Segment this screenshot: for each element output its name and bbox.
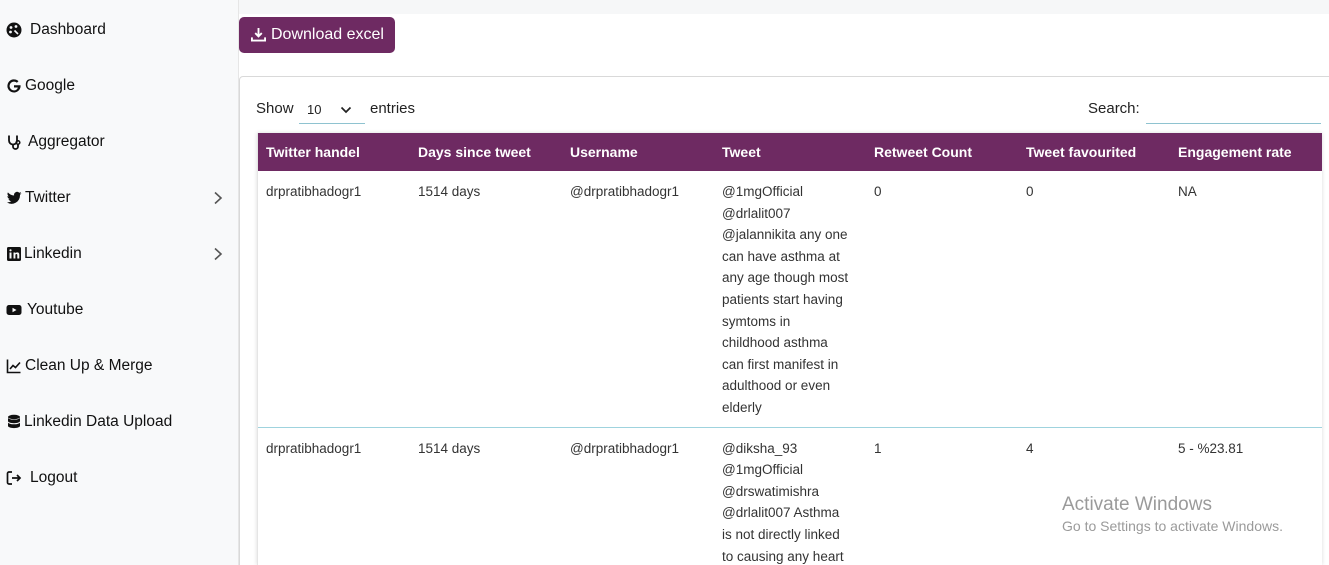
cell-retweet-count: 1	[874, 440, 882, 456]
activate-windows-watermark-subtitle: Go to Settings to activate Windows.	[1062, 518, 1283, 534]
sidebar-item-youtube[interactable]: Youtube	[0, 290, 239, 330]
sidebar-item-twitter[interactable]: Twitter	[0, 178, 239, 218]
tweet-line: can have asthma at	[722, 248, 840, 264]
cell-days: 1514 days	[418, 440, 481, 456]
sidebar-item-label: Linkedin Data Upload	[24, 413, 173, 430]
youtube-icon	[6, 302, 22, 318]
tweet-line: @diksha_93	[722, 440, 798, 456]
tweet-line: patients start having	[722, 291, 843, 307]
cell-tweet: @diksha_93 @1mgOfficial @drswatimishra @…	[714, 427, 866, 565]
column-header[interactable]: Retweet Count	[866, 133, 1018, 171]
sidebar-item-label: Youtube	[27, 301, 84, 318]
linkedin-icon	[6, 246, 22, 262]
logout-icon	[6, 470, 22, 486]
table-row: drpratibhadogr1 1514 days @drpratibhadog…	[258, 171, 1322, 428]
tweet-line: @1mgOfficial	[722, 462, 803, 478]
sidebar-item-label: Logout	[30, 469, 78, 486]
tweet-line: @drlalit007	[722, 205, 791, 221]
sidebar-item-label: Twitter	[25, 189, 71, 206]
sidebar-item-clean-up-merge[interactable]: Clean Up & Merge	[0, 346, 239, 386]
cell-tweet-favourited: 0	[1026, 184, 1034, 199]
column-header[interactable]: Username	[562, 133, 714, 171]
database-icon	[6, 414, 22, 430]
cell-engagement-rate: NA	[1178, 184, 1197, 199]
cell-retweet-count: 0	[874, 184, 882, 199]
column-header[interactable]: Twitter handel	[258, 133, 410, 171]
sidebar-item-linkedin[interactable]: Linkedin	[0, 234, 239, 274]
search-input[interactable]	[1146, 94, 1321, 124]
cell-handle: drpratibhadogr1	[266, 440, 362, 456]
top-band	[239, 0, 1329, 14]
tweet-line: adulthood or even	[722, 378, 831, 394]
entries-select[interactable]: 10	[299, 96, 365, 124]
search-label: Search:	[1088, 100, 1140, 117]
cell-username: @drpratibhadogr1	[570, 184, 680, 199]
tweet-line: can first manifest in	[722, 356, 839, 372]
sidebar: Dashboard Google Aggregator Twitter Link…	[0, 0, 239, 565]
twitter-icon	[6, 190, 22, 206]
sidebar-item-label: Google	[25, 77, 75, 94]
palette-icon	[6, 22, 22, 38]
chevron-down-icon	[340, 106, 352, 114]
entries-label: entries	[370, 100, 416, 117]
stethoscope-icon	[6, 134, 22, 150]
table-header-row: Twitter handel Days since tweet Username…	[258, 133, 1322, 171]
cell-tweet: @1mgOfficial @drlalit007 @jalannikita an…	[714, 171, 866, 427]
column-header[interactable]: Tweet	[714, 133, 866, 171]
tweet-line: is not directly linked	[722, 526, 840, 542]
tweet-line: @drswatimishra	[722, 483, 819, 499]
column-header[interactable]: Engagement rate	[1170, 133, 1322, 171]
sidebar-item-linkedin-data-upload[interactable]: Linkedin Data Upload	[0, 402, 239, 442]
chevron-right-icon	[212, 191, 224, 205]
download-icon	[251, 27, 266, 42]
column-header[interactable]: Tweet favourited	[1018, 133, 1170, 171]
sidebar-item-aggregator[interactable]: Aggregator	[0, 122, 239, 162]
sidebar-item-logout[interactable]: Logout	[0, 458, 239, 498]
sidebar-item-dashboard[interactable]: Dashboard	[0, 10, 239, 50]
cell-handle: drpratibhadogr1	[266, 184, 362, 199]
tweet-line: to causing any heart	[722, 548, 844, 564]
activate-windows-watermark-title: Activate Windows	[1062, 494, 1212, 515]
chart-line-icon	[6, 358, 22, 374]
tweet-line: symtoms in	[722, 313, 791, 329]
tweet-line: childhood asthma	[722, 335, 828, 351]
entries-select-value: 10	[307, 102, 322, 117]
google-icon	[6, 78, 22, 94]
sidebar-item-label: Linkedin	[24, 245, 82, 262]
cell-days: 1514 days	[418, 184, 481, 199]
show-label: Show	[256, 100, 294, 117]
tweet-line: elderly	[722, 399, 762, 415]
tweet-line: @jalannikita any one	[722, 227, 848, 243]
tweet-line: any age though most	[722, 270, 849, 286]
column-header[interactable]: Days since tweet	[410, 133, 562, 171]
sidebar-item-label: Clean Up & Merge	[25, 357, 153, 374]
sidebar-item-google[interactable]: Google	[0, 66, 239, 106]
chevron-right-icon	[212, 247, 224, 261]
sidebar-item-label: Dashboard	[30, 21, 106, 38]
download-excel-button[interactable]: Download excel	[239, 17, 395, 53]
tweet-line: @drlalit007 Asthma	[722, 505, 840, 521]
download-excel-label: Download excel	[271, 26, 384, 43]
tweet-line: @1mgOfficial	[722, 184, 803, 199]
sidebar-item-label: Aggregator	[28, 133, 105, 150]
cell-username: @drpratibhadogr1	[570, 440, 680, 456]
